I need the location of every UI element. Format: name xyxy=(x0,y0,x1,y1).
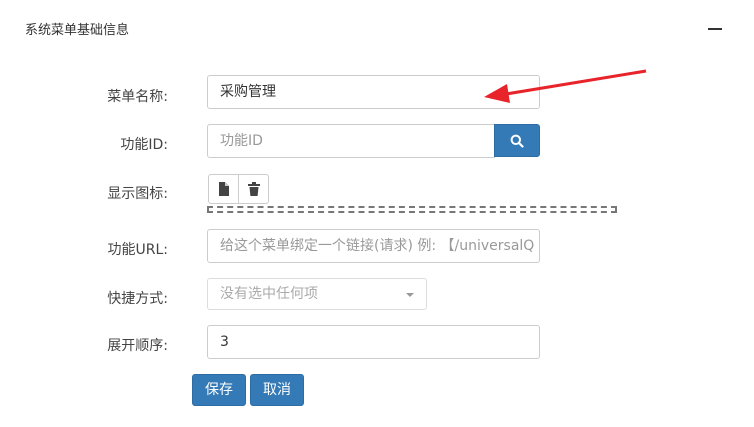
order-input[interactable]: 3 xyxy=(207,325,540,359)
file-icon xyxy=(218,182,229,196)
search-button[interactable] xyxy=(494,124,540,157)
chevron-down-icon xyxy=(406,293,414,297)
cancel-button[interactable]: 取消 xyxy=(250,374,304,406)
panel-title: 系统菜单基础信息 xyxy=(25,23,130,38)
choose-icon-button[interactable] xyxy=(208,174,239,204)
shortcut-select[interactable]: 没有选中任何项 xyxy=(207,278,427,310)
function-url-label: 功能URL: xyxy=(107,242,169,258)
menu-name-label: 菜单名称: xyxy=(107,89,168,105)
clear-icon-button[interactable] xyxy=(238,174,269,204)
trash-icon xyxy=(247,182,260,196)
shortcut-label: 快捷方式: xyxy=(107,291,168,307)
function-id-label: 功能ID: xyxy=(120,137,168,153)
icon-preview-area xyxy=(207,206,617,213)
menu-name-input[interactable]: 采购管理 xyxy=(207,75,540,109)
annotation-arrow-icon xyxy=(484,69,647,103)
function-id-input[interactable]: 功能ID xyxy=(207,124,495,158)
collapse-icon[interactable] xyxy=(708,28,722,30)
shortcut-selected-value: 没有选中任何项 xyxy=(220,286,318,302)
search-icon xyxy=(510,134,524,148)
save-button[interactable]: 保存 xyxy=(192,374,246,406)
function-url-input[interactable]: 给这个菜单绑定一个链接(请求) 例: 【/universalQ xyxy=(207,229,540,263)
order-label: 展开顺序: xyxy=(107,338,168,354)
display-icon-label: 显示图标: xyxy=(107,186,168,202)
